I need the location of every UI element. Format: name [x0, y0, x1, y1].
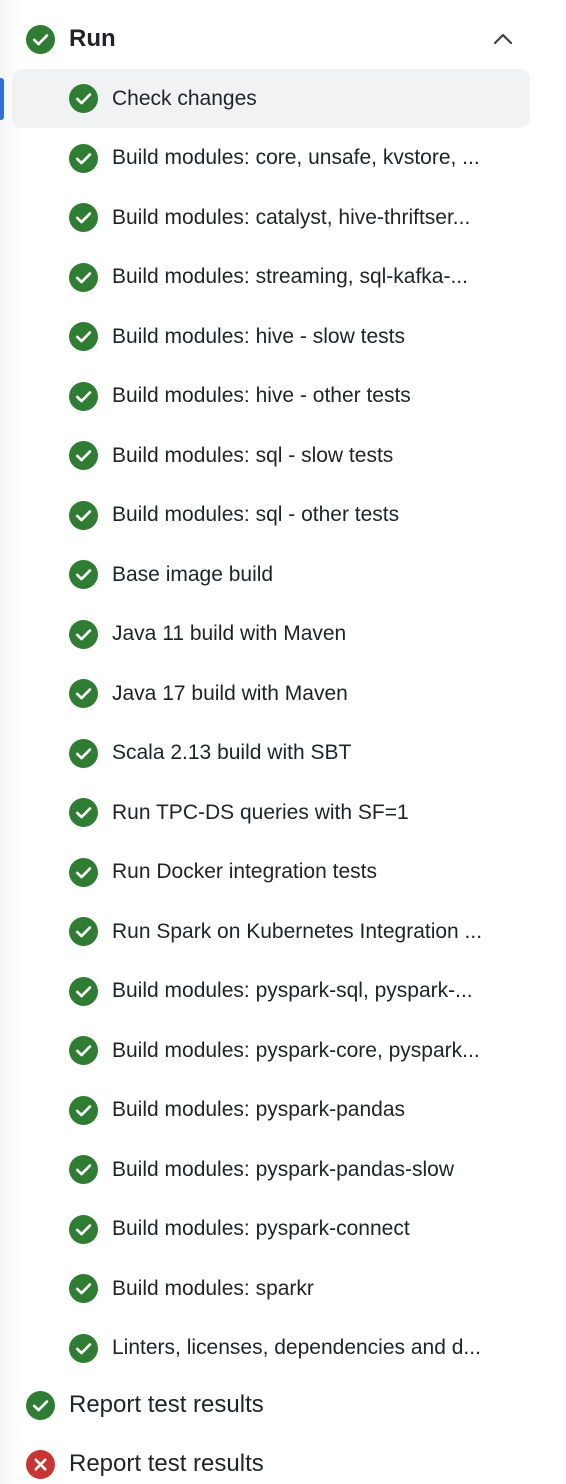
job-item[interactable]: Build modules: pyspark-pandas [0, 1081, 566, 1140]
job-item-label: Build modules: sql - slow tests [112, 443, 394, 467]
job-item[interactable]: Build modules: hive - slow tests [0, 307, 566, 366]
job-item-label: Run TPC-DS queries with SF=1 [112, 800, 409, 824]
job-item[interactable]: Scala 2.13 build with SBT [0, 724, 566, 783]
job-item-label: Build modules: catalyst, hive-thriftser.… [112, 205, 471, 229]
job-item[interactable]: Build modules: core, unsafe, kvstore, ..… [0, 129, 566, 188]
check-circle-icon [26, 1390, 55, 1420]
job-item[interactable]: Build modules: sql - other tests [0, 486, 566, 545]
check-circle-icon [69, 1036, 98, 1065]
job-item-label: Run Docker integration tests [112, 860, 377, 883]
workflow-jobs-panel: Run Check changes Build modules: core, un… [0, 0, 566, 1484]
check-circle-icon [69, 1274, 98, 1303]
check-circle-icon [69, 203, 98, 232]
job-item[interactable]: Build modules: pyspark-sql, pyspark-... [0, 962, 566, 1021]
job-item-label: Build modules: core, unsafe, kvstore, ..… [112, 146, 480, 169]
check-circle-icon [69, 619, 98, 649]
job-item[interactable]: Run Docker integration tests [0, 843, 566, 902]
chevron-up-icon[interactable] [492, 28, 514, 50]
job-item[interactable]: Build modules: streaming, sql-kafka-... [0, 248, 566, 307]
check-circle-icon [69, 798, 98, 827]
check-circle-icon [69, 500, 98, 530]
job-item[interactable]: Build modules: pyspark-core, pyspark... [0, 1021, 566, 1080]
report-test-results[interactable]: Report test results [0, 1377, 566, 1433]
check-circle-icon [69, 1155, 98, 1184]
job-group-run[interactable]: Run [0, 11, 566, 67]
job-item[interactable]: Run TPC-DS queries with SF=1 [0, 783, 566, 842]
job-item-label: Build modules: streaming, sql-kafka-... [112, 265, 468, 288]
job-item[interactable]: Build modules: pyspark-connect [0, 1200, 566, 1259]
check-circle-icon [69, 1333, 98, 1363]
x-circle-icon [26, 1449, 55, 1479]
job-item-label: Build modules: pyspark-sql, pyspark-... [112, 979, 473, 1002]
check-circle-icon [69, 679, 98, 708]
check-circle-icon [69, 1095, 98, 1125]
job-item[interactable]: Build modules: sql - slow tests [0, 426, 566, 485]
job-item-label: Build modules: pyspark-connect [112, 1217, 410, 1240]
check-circle-icon [69, 1214, 98, 1244]
job-item-label: Build modules: sparkr [112, 1276, 314, 1300]
report-test-results-failed[interactable]: Report test results [0, 1436, 566, 1484]
job-item-label: Run Spark on Kubernetes Integration ... [112, 919, 483, 943]
check-circle-icon [69, 738, 98, 768]
job-item-label: Build modules: hive - slow tests [112, 324, 405, 348]
check-circle-icon [69, 976, 98, 1006]
job-group-label: Run [69, 25, 116, 52]
job-item-label: Check changes [112, 86, 257, 110]
check-circle-icon [69, 143, 98, 173]
job-item-label: Build modules: pyspark-pandas [112, 1098, 405, 1121]
job-item[interactable]: Linters, licenses, dependencies and d... [0, 1319, 566, 1378]
check-circle-icon [69, 84, 98, 113]
check-circle-icon [69, 441, 98, 470]
check-circle-icon [69, 917, 98, 946]
job-item[interactable]: Check changes [0, 69, 566, 128]
job-item[interactable]: Build modules: pyspark-pandas-slow [0, 1140, 566, 1199]
job-item[interactable]: Base image build [0, 545, 566, 604]
check-circle-icon [69, 857, 98, 887]
check-circle-icon [69, 560, 98, 589]
job-item-label: Linters, licenses, dependencies and d... [112, 1336, 481, 1359]
job-item[interactable]: Java 17 build with Maven [0, 664, 566, 723]
job-item-label: Java 17 build with Maven [112, 681, 348, 705]
job-item-label: Base image build [112, 562, 274, 586]
job-item-label: Java 11 build with Maven [112, 622, 347, 645]
job-item[interactable]: Java 11 build with Maven [0, 605, 566, 664]
job-item-label: Build modules: hive - other tests [112, 384, 411, 407]
job-item[interactable]: Build modules: catalyst, hive-thriftser.… [0, 188, 566, 247]
job-item[interactable]: Run Spark on Kubernetes Integration ... [0, 902, 566, 961]
job-item-label: Build modules: pyspark-pandas-slow [112, 1157, 454, 1181]
job-item-label: Build modules: sql - other tests [112, 503, 400, 526]
check-circle-icon [69, 262, 98, 292]
job-item[interactable]: Build modules: hive - other tests [0, 367, 566, 426]
job-label: Report test results [69, 1450, 264, 1477]
job-item-label: Build modules: pyspark-core, pyspark... [112, 1038, 480, 1062]
job-label: Report test results [69, 1391, 264, 1418]
check-circle-icon [69, 322, 98, 351]
job-item[interactable]: Build modules: sparkr [0, 1259, 566, 1318]
job-item-label: Scala 2.13 build with SBT [112, 741, 352, 764]
check-circle-icon [26, 24, 55, 54]
check-circle-icon [69, 381, 98, 411]
